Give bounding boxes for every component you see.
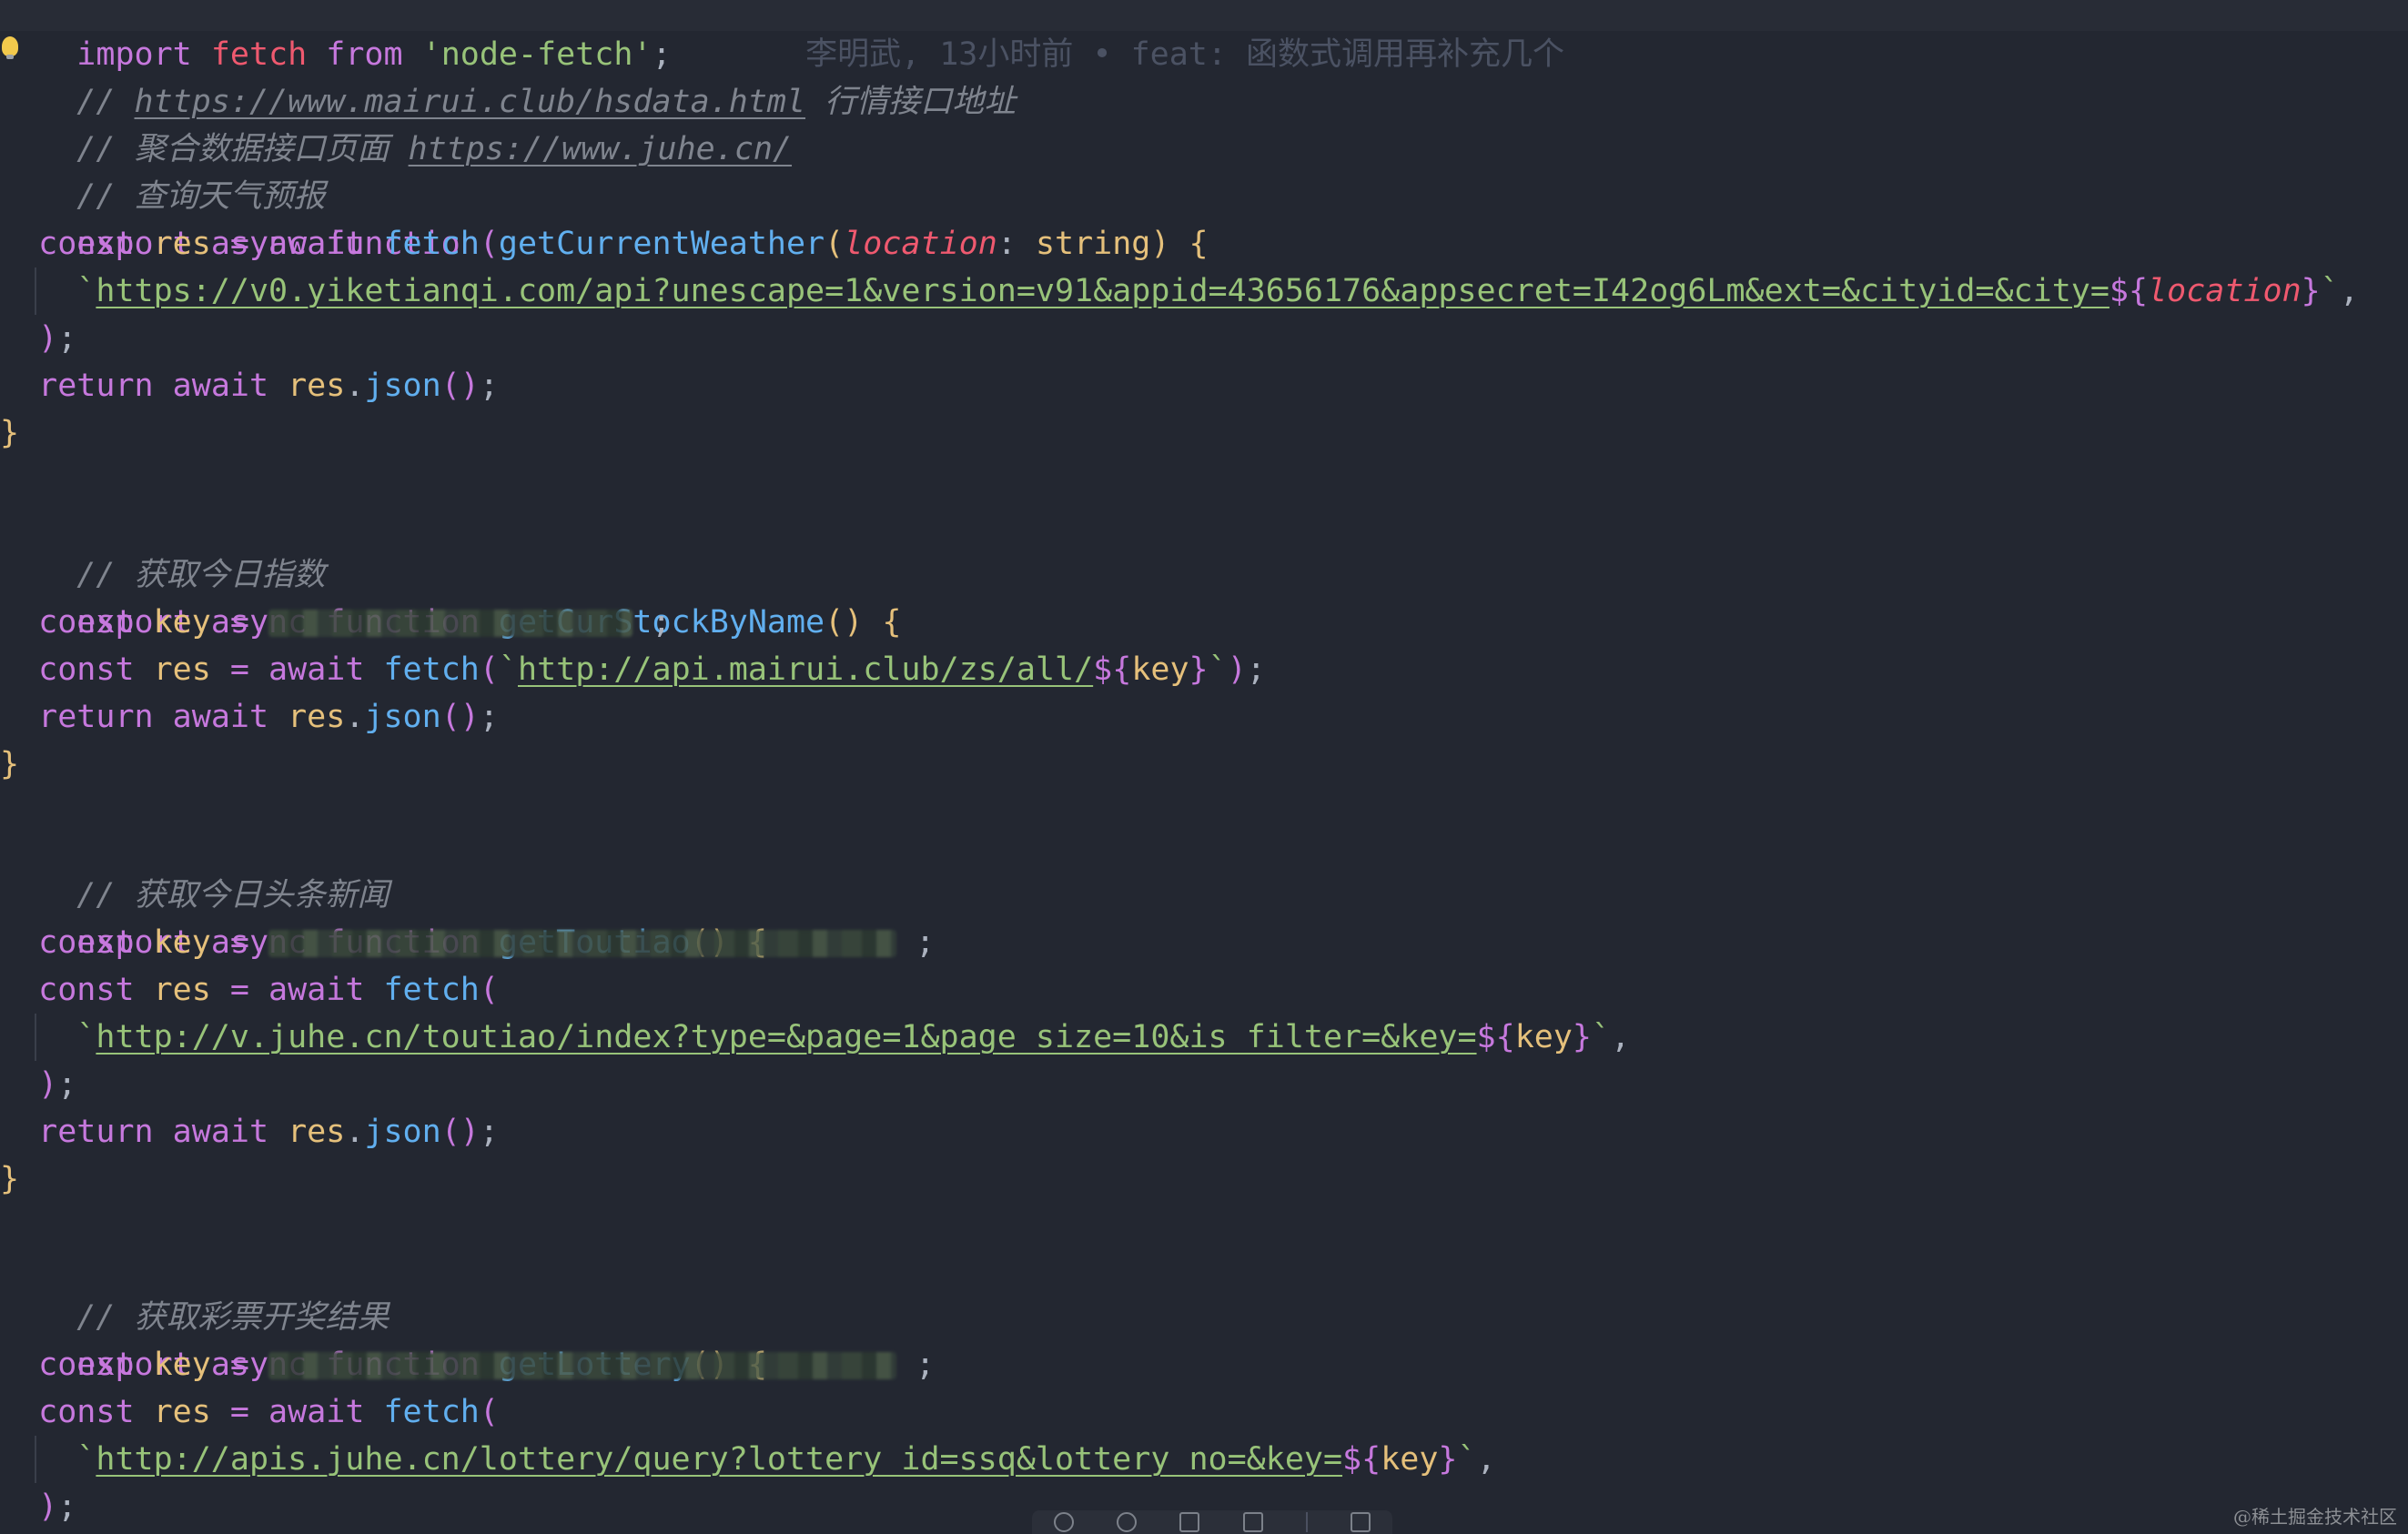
keyword-return: return: [38, 699, 154, 735]
watermark: @稀土掘金技术社区: [2233, 1506, 2397, 1528]
keyword-await: await: [268, 972, 365, 1008]
window-icon[interactable]: [1351, 1512, 1371, 1532]
code-line[interactable]: );: [0, 315, 76, 362]
comment-line: // 获取彩票开奖结果: [0, 1246, 389, 1336]
operator-equals: =: [229, 1394, 249, 1430]
redacted-api-key: [268, 610, 633, 637]
code-line-key[interactable]: const key = ;: [0, 1341, 935, 1388]
search-icon[interactable]: [1053, 1512, 1074, 1532]
code-line-url[interactable]: `https://v0.yiketianqi.com/api?unescape=…: [0, 267, 2359, 315]
comment-line: // 聚合数据接口页面 https://www.juhe.cn/: [0, 78, 792, 167]
call-fetch: fetch: [383, 226, 480, 262]
call-fetch: fetch: [383, 1394, 480, 1430]
operator-equals: =: [229, 972, 249, 1008]
zoom-icon[interactable]: [1116, 1512, 1137, 1532]
template-variable: key: [1514, 1019, 1573, 1055]
variable-res: res: [288, 1114, 346, 1150]
url-string[interactable]: http://v.juhe.cn/toutiao/index?type=&pag…: [96, 1019, 1476, 1055]
variable-res: res: [288, 368, 346, 404]
variable-key: key: [153, 1347, 211, 1383]
variable-key: key: [153, 924, 211, 961]
variable-res: res: [288, 699, 346, 735]
dot: .: [345, 1114, 365, 1150]
code-line[interactable]: }: [0, 741, 19, 788]
operator-equals: =: [229, 924, 249, 961]
code-line-import[interactable]: import fetch from 'node-fetch'; 李明武, 13小…: [0, 0, 2408, 73]
keyword-await: await: [268, 226, 365, 262]
function-declaration-weather[interactable]: export async function getCurrentWeather(…: [0, 173, 1208, 262]
comment-line: // 获取今日指数: [0, 504, 325, 593]
dot: .: [345, 368, 365, 404]
keyword-return: return: [38, 1114, 154, 1150]
variable-key: key: [153, 604, 211, 641]
code-line[interactable]: const res = await fetch(: [0, 966, 499, 1014]
template-variable: location: [2148, 273, 2302, 309]
call-fetch: fetch: [383, 972, 480, 1008]
code-line[interactable]: const res = await fetch(: [0, 220, 499, 267]
call-json: json: [364, 699, 441, 735]
parameter-type: string: [1035, 226, 1151, 262]
floating-toolbar: [1032, 1510, 1392, 1534]
comment-line: // https://www.mairui.club/hsdata.html 行…: [0, 31, 1016, 120]
keyword-await: await: [268, 651, 365, 688]
expand-icon[interactable]: [1179, 1512, 1200, 1532]
code-line[interactable]: return await res.json();: [0, 362, 499, 409]
keyword-const: const: [38, 651, 135, 688]
code-line[interactable]: return await res.json();: [0, 693, 499, 741]
redacted-api-key: [268, 1352, 897, 1379]
comment-link[interactable]: https://www.juhe.cn/: [409, 131, 792, 167]
keyword-return: return: [38, 368, 154, 404]
code-line-key[interactable]: const key = ;: [0, 919, 935, 966]
call-json: json: [364, 368, 441, 404]
function-declaration-toutiao[interactable]: export async function getToutiao() {: [0, 872, 767, 961]
function-declaration-stock[interactable]: export async function getCurStockByName(…: [0, 551, 901, 641]
comment-text: 行情接口地址: [805, 84, 1017, 120]
url-string[interactable]: http://apis.juhe.cn/lottery/query?lotter…: [96, 1441, 1342, 1478]
variable-res: res: [153, 651, 211, 688]
operator-equals: =: [229, 1347, 249, 1383]
url-string[interactable]: http://api.mairui.club/zs/all/: [518, 651, 1093, 688]
keyword-const: const: [38, 604, 135, 641]
code-line[interactable]: );: [0, 1483, 76, 1530]
code-line-url[interactable]: `http://apis.juhe.cn/lottery/query?lotte…: [0, 1436, 1495, 1483]
code-line-key[interactable]: const key = ;: [0, 599, 671, 646]
variable-res: res: [153, 226, 211, 262]
url-string[interactable]: https://v0.yiketianqi.com/api?unescape=1…: [96, 273, 2110, 309]
variable-res: res: [153, 972, 211, 1008]
template-variable: key: [1381, 1441, 1439, 1478]
comment-line: // 获取今日头条新闻: [0, 824, 389, 913]
operator-equals: =: [229, 651, 249, 688]
comment-line: // 查询天气预报: [0, 126, 325, 215]
code-line-url[interactable]: const res = await fetch(`http://api.mair…: [0, 646, 1266, 693]
redacted-api-key: [268, 930, 897, 957]
code-line[interactable]: }: [0, 409, 19, 457]
code-line-url[interactable]: `http://v.juhe.cn/toutiao/index?type=&pa…: [0, 1014, 1630, 1061]
keyword-await: await: [172, 699, 269, 735]
keyword-const: const: [38, 1347, 135, 1383]
code-line[interactable]: );: [0, 1061, 76, 1108]
template-variable: key: [1131, 651, 1189, 688]
call-fetch: fetch: [383, 651, 480, 688]
code-editor[interactable]: import fetch from 'node-fetch'; 李明武, 13小…: [0, 0, 2408, 1534]
copy-icon[interactable]: [1242, 1512, 1263, 1532]
keyword-await: await: [268, 1394, 365, 1430]
dot: .: [345, 699, 365, 735]
keyword-await: await: [172, 1114, 269, 1150]
keyword-const: const: [38, 972, 135, 1008]
operator-equals: =: [229, 226, 249, 262]
function-declaration-lottery[interactable]: export async function getLottery() {: [0, 1294, 767, 1383]
variable-res: res: [153, 1394, 211, 1430]
parameter-name: location: [844, 226, 997, 262]
keyword-const: const: [38, 1394, 135, 1430]
code-line[interactable]: }: [0, 1156, 19, 1203]
keyword-const: const: [38, 226, 135, 262]
call-json: json: [364, 1114, 441, 1150]
keyword-await: await: [172, 368, 269, 404]
function-name[interactable]: getCurrentWeather: [499, 226, 825, 262]
code-line[interactable]: const res = await fetch(: [0, 1388, 499, 1436]
code-line[interactable]: return await res.json();: [0, 1108, 499, 1156]
toolbar-divider: [1305, 1512, 1308, 1532]
keyword-const: const: [38, 924, 135, 961]
operator-equals: =: [229, 604, 249, 641]
